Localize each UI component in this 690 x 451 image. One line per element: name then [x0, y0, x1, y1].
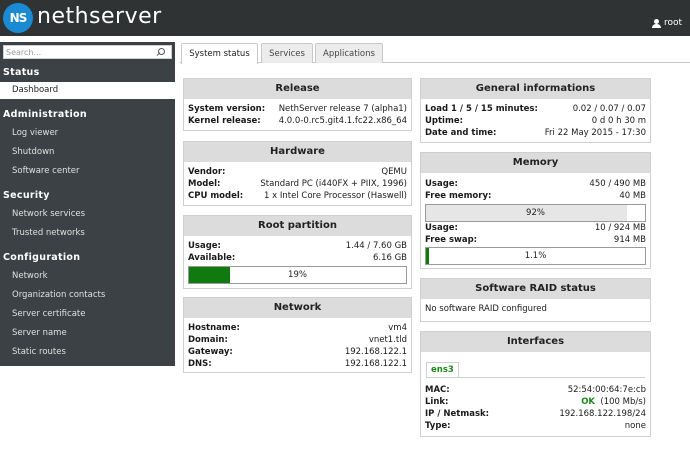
hardware-panel: Hardware Vendor: QEMU Model: Standard PC (… [183, 141, 412, 206]
raid-status-text: No software RAID configured [425, 304, 547, 314]
software-raid-panel: Software RAID status No software RAID co… [420, 278, 651, 322]
sidebar-section-administration: Administration [3, 109, 87, 120]
tab-services[interactable]: Services [261, 43, 313, 63]
uptime-row: Uptime: 0 d 0 h 30 m [425, 116, 646, 126]
sidebar-item-server-certificate[interactable]: Server certificate [12, 309, 85, 319]
tab-system-status[interactable]: System status [181, 43, 258, 64]
swap-usage-progress-bar: 1.1% [425, 247, 646, 265]
root-usage-progress-bar: 19% [188, 266, 407, 284]
sidebar-section-security: Security [3, 190, 50, 201]
user-menu[interactable]: root [651, 18, 682, 28]
general-informations-panel: General informations Load 1 / 5 / 15 min… [420, 78, 651, 143]
tab-bar: System status Services Applications [180, 43, 690, 64]
root-partition-title: Root partition [184, 216, 411, 236]
sidebar-item-log-viewer[interactable]: Log viewer [12, 128, 58, 138]
swap-usage-progress-label: 1.1% [524, 251, 547, 261]
search-input[interactable] [4, 46, 154, 58]
sidebar-item-trusted-networks[interactable]: Trusted networks [12, 228, 85, 238]
type-row: Type: none [425, 421, 646, 431]
release-panel: Release System version: NethServer releas… [183, 78, 412, 131]
tab-applications[interactable]: Applications [315, 43, 383, 63]
memory-usage-row: Usage: 450 / 490 MB [425, 179, 646, 189]
sidebar-item-server-name[interactable]: Server name [12, 328, 67, 338]
memory-title: Memory [421, 153, 650, 173]
swap-usage-row: Usage: 10 / 924 MB [425, 223, 646, 233]
network-panel: Network Hostname: vm4 Domain: vnet1.tld Ga… [183, 297, 412, 373]
interface-tab-divider [426, 377, 645, 378]
mac-row: MAC: 52:54:00:64:7e:cb [425, 385, 646, 395]
load-row: Load 1 / 5 / 15 minutes: 0.02 / 0.07 / 0.… [425, 104, 646, 114]
interface-tab-ens3[interactable]: ens3 [426, 362, 459, 377]
software-raid-title: Software RAID status [421, 279, 650, 299]
gateway-row: Gateway: 192.168.122.1 [188, 347, 407, 357]
system-version-row: System version: NethServer release 7 (alp… [188, 104, 407, 114]
release-title: Release [184, 79, 411, 99]
ip-netmask-row: IP / Netmask: 192.168.122.198/24 [425, 409, 646, 419]
model-row: Model: Standard PC (i440FX + PIIX, 1996) [188, 179, 407, 189]
sidebar-item-dashboard[interactable]: Dashboard [0, 82, 175, 99]
sidebar-item-network-services[interactable]: Network services [12, 209, 85, 219]
brand-name[interactable]: nethserver [37, 2, 162, 32]
link-row: Link: OK (100 Mb/s) [425, 397, 646, 407]
sidebar-item-software-center[interactable]: Software center [12, 166, 80, 176]
date-time-row: Date and time: Fri 22 May 2015 - 17:30 [425, 128, 646, 138]
interfaces-panel: Interfaces ens3 MAC: 52:54:00:64:7e:cb Li… [420, 331, 651, 437]
user-icon [651, 18, 661, 28]
dns-row: DNS: 192.168.122.1 [188, 359, 407, 369]
link-status-ok: OK [581, 397, 595, 407]
root-partition-panel: Root partition Usage: 1.44 / 7.60 GB Avai… [183, 215, 412, 289]
root-available-row: Available: 6.16 GB [188, 253, 407, 263]
free-swap-row: Free swap: 914 MB [425, 235, 646, 245]
user-name: root [663, 18, 682, 28]
sidebar-item-organization-contacts[interactable]: Organization contacts [12, 290, 105, 300]
hardware-title: Hardware [184, 142, 411, 162]
nethserver-logo-icon[interactable]: NS [3, 3, 33, 33]
memory-usage-progress-label: 92% [526, 208, 545, 218]
vendor-row: Vendor: QEMU [188, 167, 407, 177]
sidebar-section-status: Status [3, 67, 40, 78]
sidebar-item-static-routes[interactable]: Static routes [12, 347, 66, 357]
sidebar-section-configuration: Configuration [3, 252, 81, 263]
interfaces-title: Interfaces [421, 332, 650, 352]
sidebar-item-shutdown[interactable]: Shutdown [12, 147, 54, 157]
cpu-model-row: CPU model: 1 x Intel Core Processor (Hasw… [188, 191, 407, 201]
network-title: Network [184, 298, 411, 318]
kernel-release-row: Kernel release: 4.0.0-0.rc5.git4.1.fc22.x… [188, 116, 407, 126]
top-bar: NS nethserver root [0, 0, 690, 36]
search-icon[interactable] [157, 48, 165, 56]
sidebar-item-network[interactable]: Network [12, 271, 48, 281]
domain-row: Domain: vnet1.tld [188, 335, 407, 345]
hostname-row: Hostname: vm4 [188, 323, 407, 333]
memory-panel: Memory Usage: 450 / 490 MB Free memory: 40… [420, 152, 651, 269]
sidebar: Status Dashboard Administration Log view… [0, 42, 175, 366]
general-informations-title: General informations [421, 79, 650, 99]
search-box [3, 45, 172, 59]
memory-usage-progress-bar: 92% [425, 204, 646, 222]
root-usage-progress-label: 19% [288, 270, 307, 280]
root-usage-row: Usage: 1.44 / 7.60 GB [188, 241, 407, 251]
free-memory-row: Free memory: 40 MB [425, 191, 646, 201]
